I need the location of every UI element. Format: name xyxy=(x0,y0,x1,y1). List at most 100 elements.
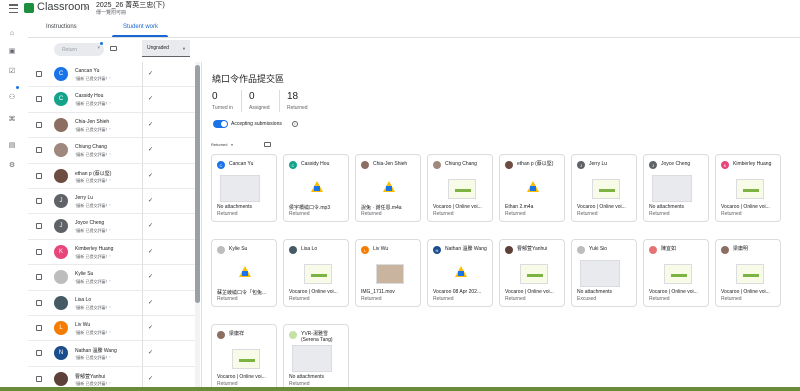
student-name[interactable]: Jerry Lu xyxy=(75,195,93,201)
submission-card[interactable]: J Jerry Lu Vocaroo | Online voi... Returned xyxy=(571,154,637,222)
classroom-logo-icon[interactable] xyxy=(24,3,34,13)
grade-cell[interactable]: ✓ xyxy=(142,239,192,265)
submission-card[interactable]: 曹郁萱Yanhui Vocaroo | Online voi... Returned xyxy=(499,239,565,307)
people-icon[interactable]: ⚇ xyxy=(8,94,16,102)
submission-card[interactable]: 陳宜如 Vocaroo | Online voi... Returned xyxy=(643,239,709,307)
grade-cell[interactable]: ✓ xyxy=(142,341,192,367)
chevron-down-icon[interactable]: ▾ xyxy=(97,45,100,51)
attachment-name[interactable]: No attachments xyxy=(649,204,707,210)
submission-card[interactable]: N Nathan 溫縢 Wang Vocaroo 08 Apr 202... Retu… xyxy=(427,239,493,307)
student-row[interactable]: ethan p (蔡以堅) "圖新 已提交評審！" ✓ xyxy=(28,163,196,189)
attachment-name[interactable]: Vocaroo | Online voi... xyxy=(721,204,779,210)
attachment-name[interactable]: Ethan 2.m4a xyxy=(505,204,563,210)
student-name[interactable]: Nathan 溫縢 Wang xyxy=(75,347,117,354)
student-name[interactable]: Chia-Jen Shieh xyxy=(75,119,109,125)
grade-cell[interactable]: ✓ xyxy=(142,214,192,240)
row-checkbox[interactable] xyxy=(36,350,42,357)
attachment-name[interactable]: No attachments xyxy=(577,289,635,295)
student-name[interactable]: Liv Wu xyxy=(75,322,90,328)
row-checkbox[interactable] xyxy=(36,96,42,103)
submission-card[interactable]: Chia-Jen Shieh 說兔 · 謝任恩.m4a Returned xyxy=(355,154,421,222)
attachment-name[interactable]: 說兔 · 謝任恩.m4a xyxy=(361,204,419,211)
row-checkbox[interactable] xyxy=(36,248,42,255)
row-checkbox[interactable] xyxy=(36,274,42,281)
attachment-name[interactable]: Vocaroo | Online voi... xyxy=(577,204,635,210)
submission-card[interactable]: J Joyce Cheng No attachments Returned xyxy=(643,154,709,222)
status-filter-select[interactable]: Returned ▼ xyxy=(211,142,233,147)
attachment-name[interactable]: Vocaroo | Online voi... xyxy=(433,204,491,210)
email-icon[interactable] xyxy=(110,46,117,51)
grade-cell[interactable]: ✓ xyxy=(142,265,192,291)
attachment-name[interactable]: Vocaroo | Online voi... xyxy=(217,374,275,380)
submission-card[interactable]: Lisa Lo Vocaroo | Online voi... Returned xyxy=(283,239,349,307)
calendar-icon[interactable]: ▣ xyxy=(8,48,16,56)
student-row[interactable]: L Liv Wu "圖新 已提交評審！" ✓ xyxy=(28,316,196,342)
submission-card[interactable]: 梁庸明 Vocaroo | Online voi... Returned xyxy=(715,239,781,307)
attachment-name[interactable]: Vocaroo | Online voi... xyxy=(289,289,347,295)
folder-icon[interactable] xyxy=(264,142,271,147)
grade-cell[interactable]: ✓ xyxy=(142,163,192,189)
attachment-name[interactable]: 蘇芷綾繞口令「包兔... xyxy=(217,289,275,296)
attachment-name[interactable]: Vocaroo | Online voi... xyxy=(649,289,707,295)
row-checkbox[interactable] xyxy=(36,121,42,128)
submission-card[interactable]: Yuki Sio No attachments Excused xyxy=(571,239,637,307)
attachment-name[interactable]: Vocaroo | Online voi... xyxy=(505,289,563,295)
submission-card[interactable]: Chiung Chang Vocaroo | Online voi... Retur… xyxy=(427,154,493,222)
tab-student-work[interactable]: Student work xyxy=(123,24,158,30)
to-review-icon[interactable]: ☑ xyxy=(8,68,16,76)
submission-card[interactable]: C Cassidy Hou 侯宇橋繞口令.mp3 Returned xyxy=(283,154,349,222)
student-row[interactable]: K Kimberley Huang "圖新 已提交評審！" ✓ xyxy=(28,239,196,266)
student-row[interactable]: N Nathan 溫縢 Wang "圖新 已提交評審！" ✓ xyxy=(28,341,196,367)
grade-cell[interactable]: ✓ xyxy=(142,138,192,164)
enrolled-icon[interactable]: ⌘ xyxy=(8,116,16,124)
student-name[interactable]: Cassidy Hou xyxy=(75,93,103,99)
student-row[interactable]: J Joyce Cheng "圖新 已提交評審！" ✓ xyxy=(28,214,196,240)
student-row[interactable]: J Jerry Lu "圖新 已提交評審！" ✓ xyxy=(28,189,196,215)
student-row[interactable]: Chia-Jen Shieh "圖新 已提交評審！" ✓ xyxy=(28,112,196,139)
submission-card[interactable]: L Liv Wu IMG_1711.mov Returned xyxy=(355,239,421,307)
settings-icon[interactable]: ⚙ xyxy=(8,162,16,170)
info-icon[interactable]: i xyxy=(292,121,298,127)
row-checkbox[interactable] xyxy=(36,223,42,230)
student-list-scrollbar[interactable] xyxy=(195,62,200,391)
student-name[interactable]: Kimberley Huang xyxy=(75,246,113,252)
attachment-name[interactable]: Vocaroo 08 Apr 202... xyxy=(433,289,491,295)
archive-icon[interactable]: ▤ xyxy=(8,142,16,150)
return-button[interactable]: Return ▾ xyxy=(54,43,104,56)
accepting-submissions-toggle[interactable] xyxy=(213,120,228,128)
turned-in-stat[interactable]: 0 Turned in xyxy=(212,91,233,111)
submission-card[interactable]: C Cancan Yu No attachments Returned xyxy=(211,154,277,222)
student-name[interactable]: Lisa Lo xyxy=(75,297,91,303)
attachment-name[interactable]: IMG_1711.mov xyxy=(361,289,419,295)
scrollbar-thumb[interactable] xyxy=(195,65,200,303)
student-name[interactable]: Chiung Chang xyxy=(75,144,107,150)
row-checkbox[interactable] xyxy=(36,299,42,306)
grade-filter-select[interactable]: Ungraded ▼ xyxy=(142,40,190,57)
grade-cell[interactable]: ✓ xyxy=(142,87,192,113)
student-row[interactable]: Chiung Chang "圖新 已提交評審！" ✓ xyxy=(28,138,196,164)
attachment-name[interactable]: 侯宇橋繞口令.mp3 xyxy=(289,204,347,211)
assigned-stat[interactable]: 0 Assigned xyxy=(249,91,270,111)
row-checkbox[interactable] xyxy=(36,375,42,382)
row-checkbox[interactable] xyxy=(36,325,42,331)
submission-card[interactable]: ethan p (蔡以堅) Ethan 2.m4a Returned xyxy=(499,154,565,222)
submission-card[interactable]: YVR-湯雅雪 (Serena Tang) No attachments Retur… xyxy=(283,324,349,391)
attachment-name[interactable]: Vocaroo | Online voi... xyxy=(721,289,779,295)
student-row[interactable]: C Cancan Yu "圖新 已提交評審！" ✓ xyxy=(28,62,196,88)
attachment-name[interactable]: No attachments xyxy=(217,204,275,210)
home-icon[interactable]: ⌂ xyxy=(8,30,16,38)
submission-card[interactable]: K Kimberley Huang Vocaroo | Online voi... R… xyxy=(715,154,781,222)
student-name[interactable]: Joyce Cheng xyxy=(75,220,104,226)
student-name[interactable]: 曹郁萱Yanhui xyxy=(75,373,105,380)
row-checkbox[interactable] xyxy=(36,172,42,179)
row-checkbox[interactable] xyxy=(36,147,42,154)
grade-cell[interactable]: ✓ xyxy=(142,62,192,87)
submission-card[interactable]: 梁庸祥 Vocaroo | Online voi... Returned xyxy=(211,324,277,391)
grade-cell[interactable]: ✓ xyxy=(142,189,192,214)
student-row[interactable]: C Cassidy Hou "圖新 已提交評審！" ✓ xyxy=(28,87,196,113)
student-name[interactable]: ethan p (蔡以堅) xyxy=(75,170,111,177)
grade-cell[interactable]: ✓ xyxy=(142,290,192,316)
grade-cell[interactable]: ✓ xyxy=(142,316,192,341)
app-title[interactable]: Classroom xyxy=(37,1,90,13)
student-name[interactable]: Kylie Su xyxy=(75,271,93,277)
